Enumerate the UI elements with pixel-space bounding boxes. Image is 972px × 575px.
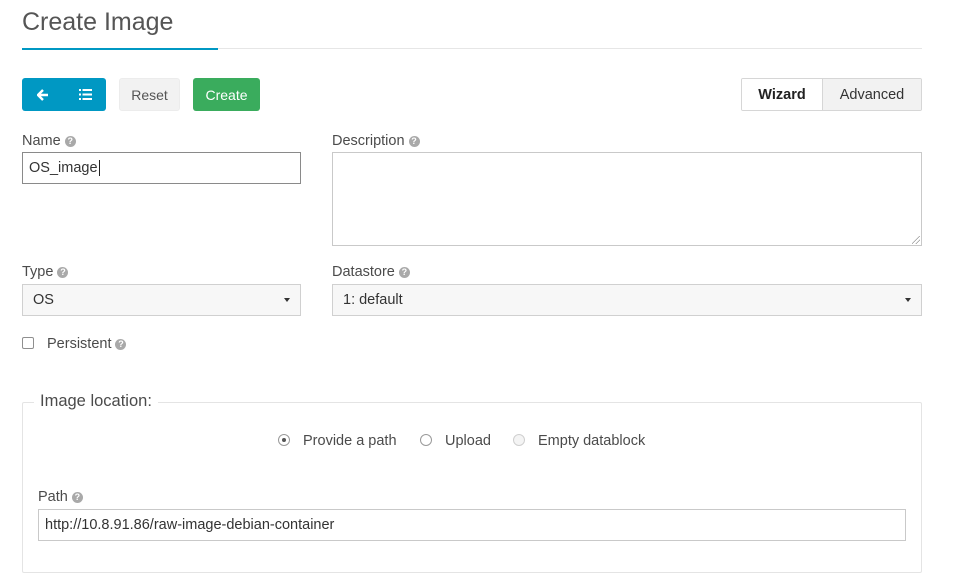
reset-button[interactable]: Reset bbox=[119, 78, 180, 111]
name-label-text: Name bbox=[22, 133, 61, 149]
page-title: Create Image bbox=[22, 8, 174, 36]
datastore-label: Datastore ? bbox=[332, 264, 410, 280]
type-label: Type ? bbox=[22, 264, 69, 280]
path-label-text: Path bbox=[38, 489, 68, 505]
name-label: Name ? bbox=[22, 133, 76, 149]
help-icon[interactable]: ? bbox=[64, 135, 76, 147]
radio-upload-label[interactable]: Upload bbox=[445, 433, 491, 449]
description-textarea[interactable] bbox=[332, 152, 922, 246]
help-icon[interactable]: ? bbox=[115, 338, 127, 350]
help-icon[interactable]: ? bbox=[408, 135, 420, 147]
radio-empty-datablock bbox=[513, 434, 525, 446]
type-select-value: OS bbox=[33, 292, 54, 308]
create-button[interactable]: Create bbox=[193, 78, 260, 111]
help-icon[interactable]: ? bbox=[71, 491, 83, 503]
image-location-legend: Image location: bbox=[34, 392, 158, 411]
wizard-tab[interactable]: Wizard bbox=[742, 79, 823, 110]
mode-toggle: Wizard Advanced bbox=[741, 78, 922, 111]
path-label: Path ? bbox=[38, 489, 83, 505]
back-button[interactable] bbox=[22, 78, 64, 111]
caret-down-icon bbox=[284, 298, 290, 302]
datastore-select[interactable]: 1: default bbox=[332, 284, 922, 316]
description-label-text: Description bbox=[332, 133, 405, 149]
datastore-label-text: Datastore bbox=[332, 264, 395, 280]
name-input-value: OS_image bbox=[29, 160, 98, 176]
radio-empty-datablock-label: Empty datablock bbox=[538, 433, 646, 449]
list-view-button[interactable] bbox=[64, 78, 106, 111]
name-input[interactable]: OS_image bbox=[22, 152, 301, 184]
type-label-text: Type bbox=[22, 264, 54, 280]
persistent-checkbox[interactable] bbox=[22, 337, 34, 349]
radio-provide-path[interactable] bbox=[278, 434, 290, 446]
caret-down-icon bbox=[905, 298, 911, 302]
radio-upload[interactable] bbox=[420, 434, 432, 446]
help-icon[interactable]: ? bbox=[57, 266, 69, 278]
advanced-tab[interactable]: Advanced bbox=[823, 79, 921, 110]
description-label: Description ? bbox=[332, 133, 420, 149]
path-input[interactable]: http://10.8.91.86/raw-image-debian-conta… bbox=[38, 509, 906, 541]
persistent-label: Persistent ? bbox=[47, 336, 127, 352]
persistent-label-text: Persistent bbox=[47, 336, 112, 352]
list-icon bbox=[78, 89, 92, 100]
path-input-value: http://10.8.91.86/raw-image-debian-conta… bbox=[45, 517, 335, 533]
title-underline bbox=[22, 48, 218, 50]
resize-handle-icon[interactable] bbox=[912, 236, 920, 244]
image-location-fieldset bbox=[22, 402, 922, 573]
type-select[interactable]: OS bbox=[22, 284, 301, 316]
datastore-select-value: 1: default bbox=[343, 292, 403, 308]
text-cursor bbox=[98, 160, 100, 176]
arrow-left-icon bbox=[37, 88, 48, 101]
radio-provide-path-label[interactable]: Provide a path bbox=[303, 433, 397, 449]
help-icon[interactable]: ? bbox=[398, 266, 410, 278]
nav-button-group bbox=[22, 78, 106, 111]
